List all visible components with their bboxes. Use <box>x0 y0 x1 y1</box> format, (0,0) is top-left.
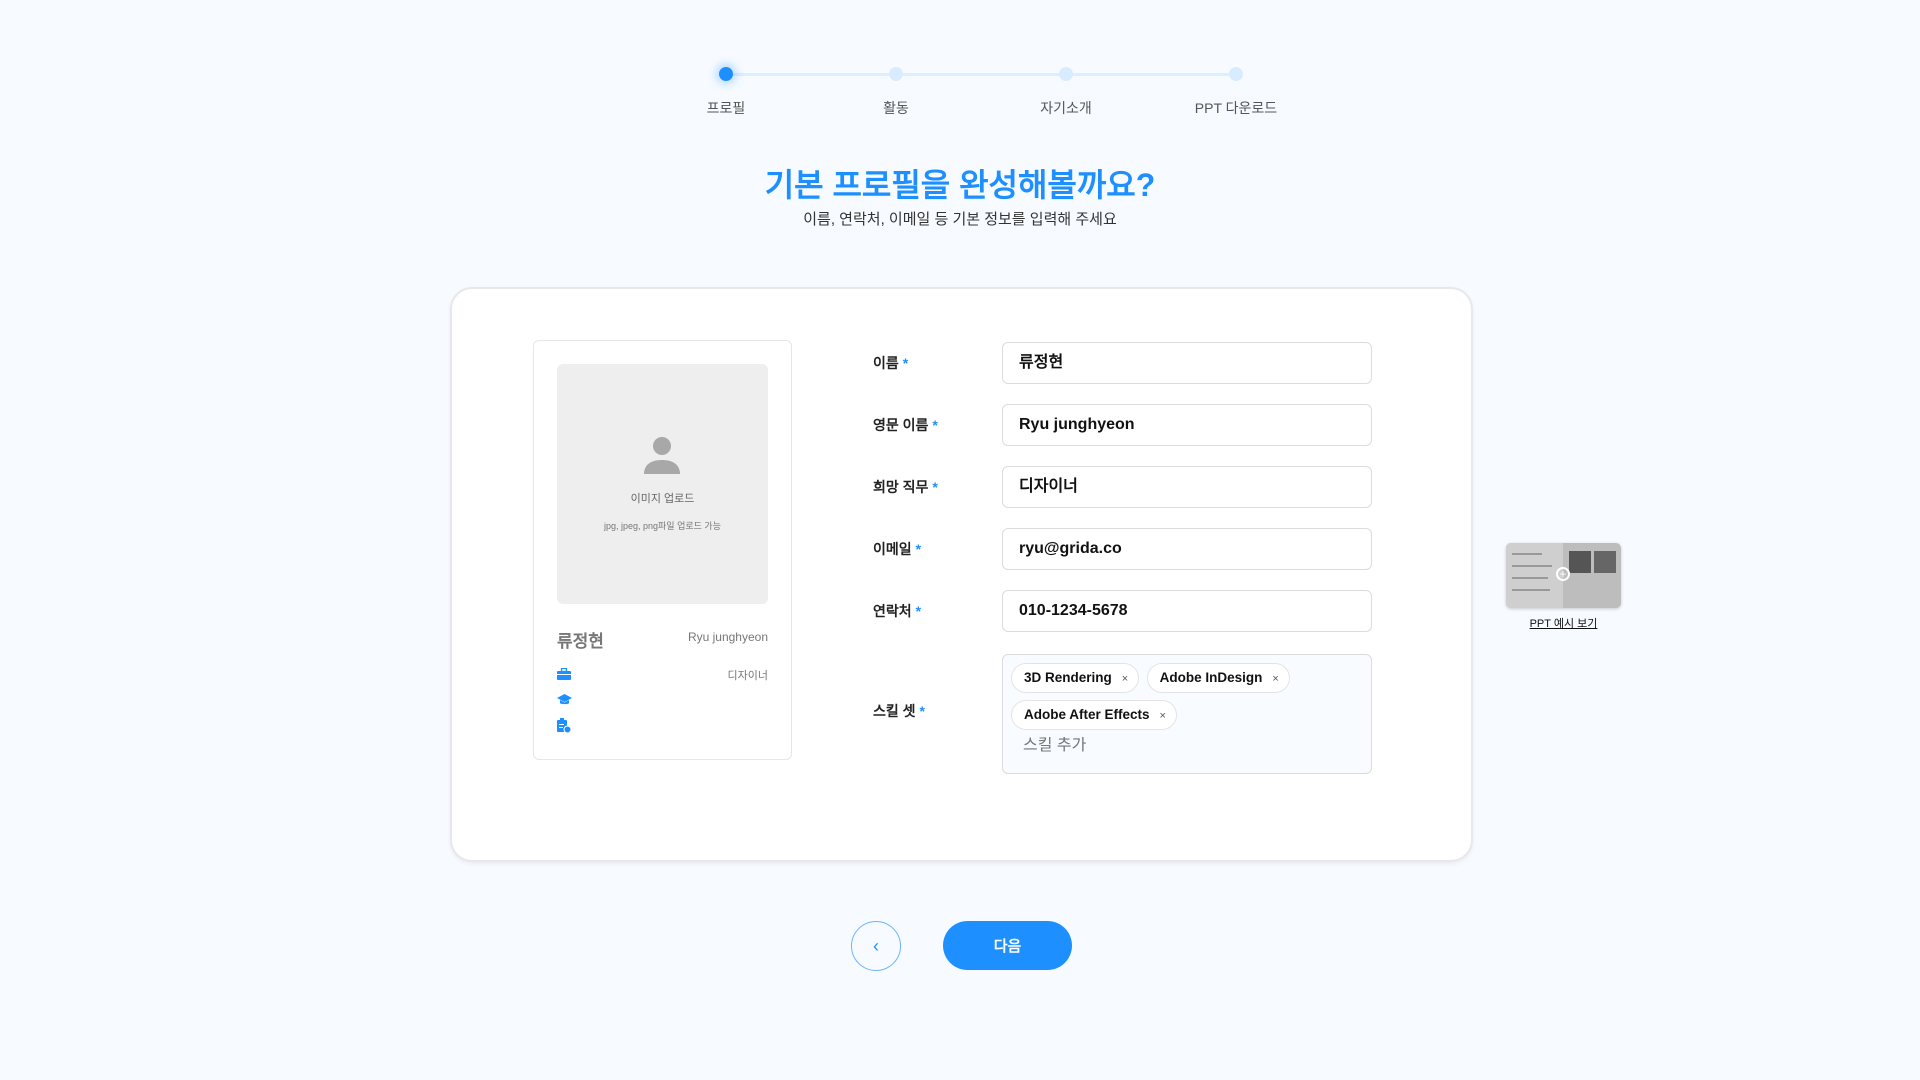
required-mark: * <box>932 479 938 495</box>
profile-preview-card: 이미지 업로드 jpg, jpeg, png파일 업로드 가능 류정현 Ryu … <box>533 340 792 760</box>
step-dot <box>889 67 903 81</box>
skills-input[interactable]: 3D Rendering × Adobe InDesign × Adobe Afte… <box>1002 654 1372 774</box>
english-name-input[interactable]: Ryu junghyeon <box>1002 404 1372 446</box>
preview-name: 류정현 <box>557 632 604 651</box>
preview-job-row: 디자이너 <box>557 667 768 683</box>
skill-chip: Adobe After Effects × <box>1011 700 1177 730</box>
stepper-line <box>726 73 1236 76</box>
english-name-label: 영문 이름 * <box>873 415 938 435</box>
preview-education-row <box>557 693 768 709</box>
graduation-cap-icon <box>557 694 572 705</box>
next-button[interactable]: 다음 <box>943 921 1072 970</box>
remove-chip-icon[interactable]: × <box>1272 673 1278 685</box>
image-upload-area[interactable]: 이미지 업로드 jpg, jpeg, png파일 업로드 가능 <box>557 364 768 604</box>
name-label: 이름 * <box>873 353 908 373</box>
label-text: 연락처 <box>873 603 912 619</box>
label-text: 희망 직무 <box>873 479 929 495</box>
upload-hint: jpg, jpeg, png파일 업로드 가능 <box>603 521 721 531</box>
slide-text-line <box>1512 589 1550 591</box>
slide-text-line <box>1512 565 1552 567</box>
phone-label: 연락처 * <box>873 601 921 621</box>
preview-job: 디자이너 <box>727 670 768 682</box>
person-icon <box>644 437 680 474</box>
step-label: PPT 다운로드 <box>1194 100 1278 116</box>
skills-label: 스킬 셋 * <box>873 701 925 721</box>
step-dot <box>1229 67 1243 81</box>
step-label: 자기소개 <box>1040 100 1092 116</box>
slide-text-line <box>1512 553 1542 555</box>
required-mark: * <box>902 355 909 371</box>
slide-image <box>1594 551 1616 573</box>
step-dot <box>1059 67 1073 81</box>
page-title: 기본 프로필을 완성해볼까요? <box>764 167 1156 203</box>
required-mark: * <box>915 541 922 557</box>
remove-chip-icon[interactable]: × <box>1122 673 1128 685</box>
briefcase-icon <box>557 667 571 680</box>
ppt-example-link[interactable]: PPT 예시 보기 <box>1506 615 1621 631</box>
skill-chip: Adobe InDesign × <box>1146 663 1290 693</box>
profile-form-card: 이미지 업로드 jpg, jpeg, png파일 업로드 가능 류정현 Ryu … <box>450 287 1473 862</box>
chip-label: Adobe InDesign <box>1159 670 1263 685</box>
name-input[interactable]: 류정현 <box>1002 342 1372 384</box>
phone-input[interactable]: 010-1234-5678 <box>1002 590 1372 632</box>
zoom-in-icon: + <box>1556 567 1570 581</box>
upload-title: 이미지 업로드 <box>630 493 695 505</box>
back-button[interactable]: ‹ <box>851 921 901 971</box>
preview-english-name: Ryu junghyeon <box>687 630 768 644</box>
desired-job-input[interactable]: 디자이너 <box>1002 466 1372 508</box>
skill-chip: 3D Rendering × <box>1011 663 1140 693</box>
preview-certificate-row <box>557 718 768 734</box>
ppt-example-thumbnail[interactable]: + <box>1506 543 1621 608</box>
page-subtitle: 이름, 연락처, 이메일 등 기본 정보를 입력해 주세요 <box>803 211 1117 228</box>
email-input[interactable]: ryu@grida.co <box>1002 528 1372 570</box>
required-mark: * <box>919 703 925 719</box>
desired-job-label: 희망 직무 * <box>873 477 938 497</box>
step-dot-active <box>719 67 733 81</box>
step-label: 활동 <box>883 100 909 116</box>
slide-image <box>1569 551 1591 573</box>
clipboard-badge-icon <box>557 718 572 734</box>
email-label: 이메일 * <box>873 539 921 559</box>
step-label: 프로필 <box>706 100 746 116</box>
slide-text-line <box>1512 577 1548 579</box>
label-text: 영문 이름 <box>873 417 929 433</box>
chip-label: 3D Rendering <box>1024 670 1112 685</box>
label-text: 이름 <box>873 355 899 371</box>
remove-chip-icon[interactable]: × <box>1160 710 1166 722</box>
label-text: 이메일 <box>873 541 912 557</box>
chip-label: Adobe After Effects <box>1024 707 1150 722</box>
label-text: 스킬 셋 <box>873 703 916 719</box>
add-skill-input[interactable] <box>1023 737 1230 755</box>
required-mark: * <box>915 603 922 619</box>
required-mark: * <box>932 417 938 433</box>
